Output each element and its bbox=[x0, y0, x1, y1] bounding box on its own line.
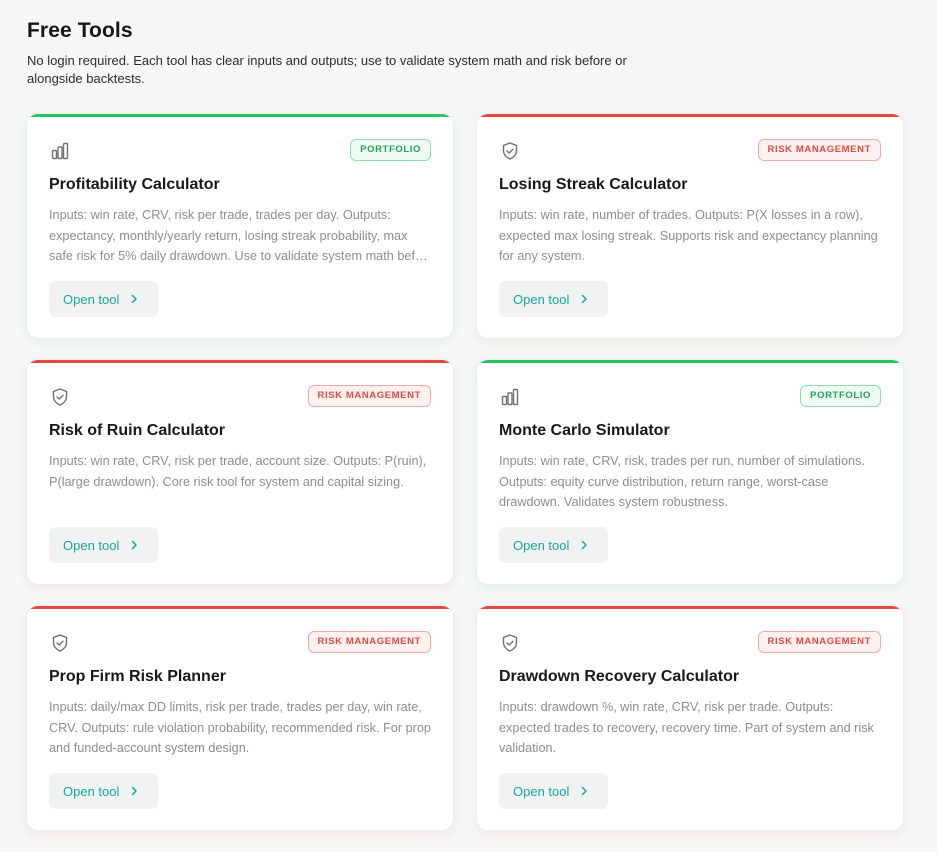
card-title: Drawdown Recovery Calculator bbox=[499, 668, 740, 685]
open-tool-label: Open tool bbox=[63, 291, 120, 307]
page-header: Free Tools No login required. Each tool … bbox=[27, 18, 667, 88]
chevron-right-icon bbox=[132, 540, 138, 550]
card-description: Inputs: daily/max DD limits, risk per tr… bbox=[49, 700, 431, 755]
category-badge: RISK MANAGEMENT bbox=[307, 385, 431, 407]
card-accent-bar bbox=[477, 606, 903, 609]
page-title: Free Tools bbox=[27, 19, 133, 42]
open-tool-label: Open tool bbox=[513, 783, 570, 799]
open-tool-label: Open tool bbox=[63, 537, 120, 553]
category-badge: PORTFOLIO bbox=[800, 385, 881, 407]
card-accent-bar bbox=[27, 114, 453, 117]
shield-check-icon bbox=[502, 634, 518, 652]
category-badge: RISK MANAGEMENT bbox=[307, 631, 431, 653]
open-tool-label: Open tool bbox=[513, 537, 570, 553]
card-title: Prop Firm Risk Planner bbox=[49, 668, 226, 685]
chevron-right-icon bbox=[132, 786, 138, 796]
bar-chart-icon bbox=[501, 388, 519, 406]
card-accent-bar bbox=[27, 606, 453, 609]
chevron-right-icon bbox=[582, 786, 588, 796]
card-description: Inputs: win rate, number of trades. Outp… bbox=[499, 208, 878, 263]
chevron-right-icon bbox=[132, 294, 138, 304]
shield-check-icon bbox=[502, 142, 518, 160]
page-subtitle: No login required. Each tool has clear i… bbox=[27, 53, 627, 86]
card-title: Monte Carlo Simulator bbox=[499, 422, 670, 439]
card-description: Inputs: win rate, CRV, risk per trade, t… bbox=[49, 208, 434, 263]
tool-card-risk-of-ruin: RISK MANAGEMENT Risk of Ruin Calculator … bbox=[26, 359, 454, 585]
shield-check-icon bbox=[52, 388, 68, 406]
bar-chart-icon bbox=[51, 142, 69, 160]
card-title: Profitability Calculator bbox=[49, 176, 220, 193]
open-tool-button[interactable]: Open tool bbox=[49, 527, 158, 563]
card-title: Risk of Ruin Calculator bbox=[49, 422, 226, 439]
card-description: Inputs: drawdown %, win rate, CRV, risk … bbox=[499, 700, 874, 755]
tool-card-monte-carlo: PORTFOLIO Monte Carlo Simulator Inputs: … bbox=[476, 359, 904, 585]
open-tool-button[interactable]: Open tool bbox=[49, 281, 158, 317]
card-accent-bar bbox=[27, 360, 453, 363]
open-tool-label: Open tool bbox=[513, 291, 570, 307]
open-tool-button[interactable]: Open tool bbox=[49, 773, 158, 809]
open-tool-button[interactable]: Open tool bbox=[499, 527, 608, 563]
tool-card-prop-firm: RISK MANAGEMENT Prop Firm Risk Planner I… bbox=[26, 605, 454, 831]
open-tool-button[interactable]: Open tool bbox=[499, 773, 608, 809]
category-badge: PORTFOLIO bbox=[350, 139, 431, 161]
tool-card-losing-streak: RISK MANAGEMENT Losing Streak Calculator… bbox=[476, 113, 904, 339]
card-accent-bar bbox=[477, 114, 903, 117]
tool-card-drawdown-recovery: RISK MANAGEMENT Drawdown Recovery Calcul… bbox=[476, 605, 904, 831]
tool-card-profitability: PORTFOLIO Profitability Calculator Input… bbox=[26, 113, 454, 339]
card-description: Inputs: win rate, CRV, risk per trade, a… bbox=[49, 454, 427, 489]
open-tool-label: Open tool bbox=[63, 783, 120, 799]
card-title: Losing Streak Calculator bbox=[499, 176, 688, 193]
chevron-right-icon bbox=[582, 540, 588, 550]
tools-grid: PORTFOLIO Profitability Calculator Input… bbox=[26, 113, 904, 831]
card-description: Inputs: win rate, CRV, risk, trades per … bbox=[499, 454, 865, 509]
open-tool-button[interactable]: Open tool bbox=[499, 281, 608, 317]
chevron-right-icon bbox=[582, 294, 588, 304]
category-badge: RISK MANAGEMENT bbox=[757, 631, 881, 653]
shield-check-icon bbox=[52, 634, 68, 652]
card-accent-bar bbox=[477, 360, 903, 363]
category-badge: RISK MANAGEMENT bbox=[757, 139, 881, 161]
